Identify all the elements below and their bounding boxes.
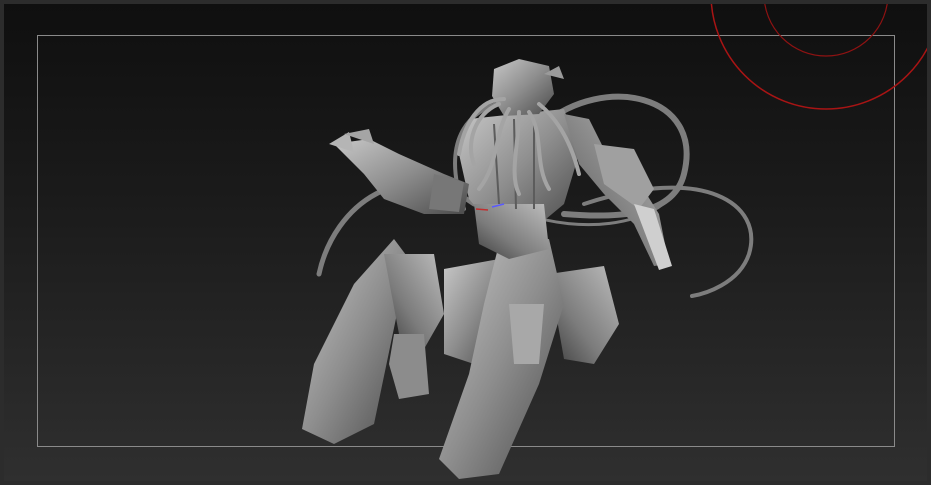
rotation-gizmo[interactable]: [4, 4, 931, 485]
sculpt-viewport[interactable]: [0, 0, 931, 485]
gizmo-inner-ring[interactable]: [764, 4, 888, 57]
gizmo-outer-ring[interactable]: [710, 4, 931, 110]
